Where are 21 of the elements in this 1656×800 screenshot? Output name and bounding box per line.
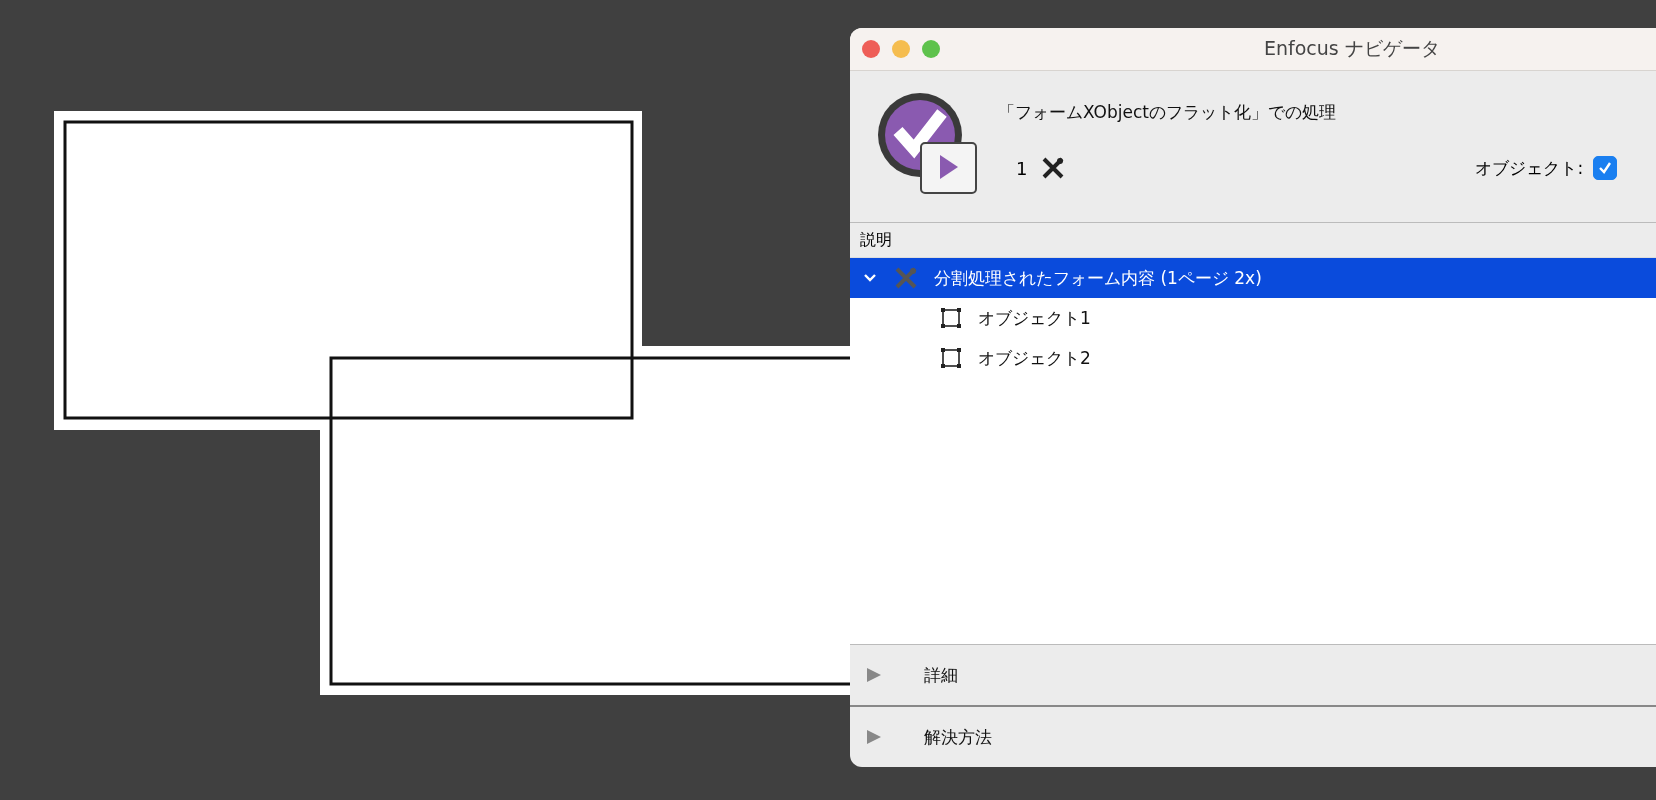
tree-row[interactable]: オブジェクト2: [850, 338, 1656, 378]
object-icon: [940, 347, 962, 369]
checkmark-icon: [1597, 160, 1614, 176]
tree-row[interactable]: オブジェクト1: [850, 298, 1656, 338]
object-icon: [940, 307, 962, 329]
window-title: Enfocus ナビゲータ: [1264, 36, 1440, 61]
tools-icon: [1041, 156, 1066, 180]
fix-count: 1: [1016, 157, 1028, 179]
disclosure-triangle-icon: [866, 729, 882, 745]
rule-heading: 「フォームXObjectのフラット化」での処理: [998, 101, 1337, 124]
section-header[interactable]: 解決方法: [850, 707, 1656, 767]
minimize-button[interactable]: [892, 40, 910, 58]
object-label: オブジェクト:: [1475, 156, 1584, 180]
close-button[interactable]: [862, 40, 880, 58]
section-header[interactable]: 詳細: [850, 645, 1656, 707]
tree-row[interactable]: 分割処理されたフォーム内容 (1ページ 2x): [850, 258, 1656, 298]
app-icon: [876, 91, 978, 195]
tools-icon: [894, 266, 918, 290]
disclosure-triangle-icon: [866, 667, 882, 683]
zoom-button[interactable]: [922, 40, 940, 58]
object-checkbox[interactable]: [1593, 156, 1618, 180]
